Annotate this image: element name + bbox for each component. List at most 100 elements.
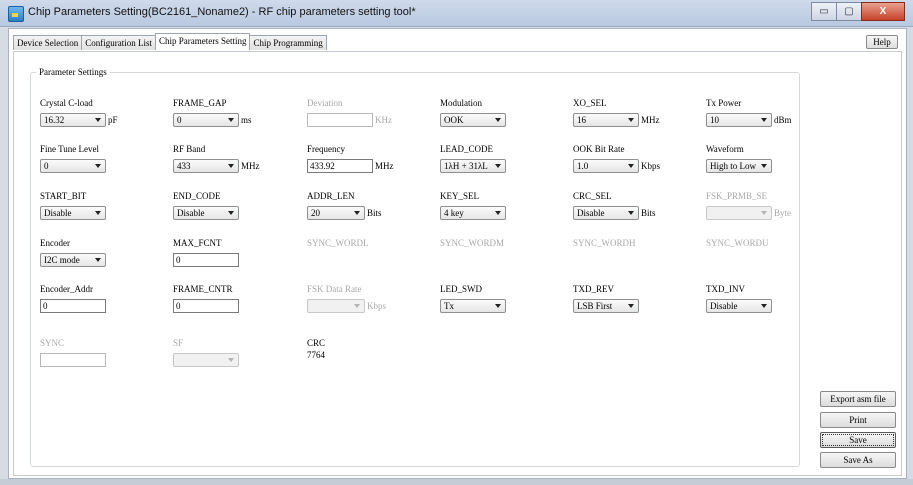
sf-label: SF	[173, 338, 184, 348]
lead-code-dropdown[interactable]: 1λH + 31λL	[440, 159, 506, 173]
rf-band-label: RF Band	[173, 144, 206, 154]
rf-band-dropdown[interactable]: 433	[173, 159, 239, 173]
sf-dropdown	[173, 353, 239, 367]
end-code-dropdown[interactable]: Disable	[173, 206, 239, 220]
txd-rev-control: LSB First	[573, 299, 639, 313]
crc-label: CRC	[307, 338, 326, 348]
ook-bit-rate-control: 1.0 Kbps	[573, 159, 660, 173]
chevron-down-icon	[628, 211, 634, 215]
chevron-down-icon	[95, 118, 101, 122]
txd-rev-dropdown[interactable]: LSB First	[573, 299, 639, 313]
sync-wordl-label: SYNC_WORDL	[307, 238, 369, 248]
xo-sel-unit: MHz	[641, 115, 660, 125]
frame-gap-label: FRAME_GAP	[173, 98, 227, 108]
export-asm-file-button[interactable]: Export asm file	[820, 391, 896, 407]
crc-control: 7764	[307, 350, 325, 360]
txd-inv-selected-value: Disable	[710, 301, 738, 311]
chevron-down-icon	[95, 164, 101, 168]
tx-power-dropdown[interactable]: 10	[706, 113, 772, 127]
frequency-control: 433.92 MHz	[307, 159, 394, 173]
print-button[interactable]: Print	[820, 412, 896, 428]
deviation-unit: KHz	[375, 115, 392, 125]
addr-len-dropdown[interactable]: 20	[307, 206, 365, 220]
led-swd-dropdown[interactable]: Tx	[440, 299, 506, 313]
max-fcnt-control: 0	[173, 253, 239, 267]
taskbar-strip	[0, 479, 913, 485]
txd-inv-label: TXD_INV	[706, 284, 745, 294]
waveform-dropdown[interactable]: High to Low	[706, 159, 772, 173]
fine-tune-level-control: 0	[40, 159, 106, 173]
chevron-down-icon	[228, 358, 234, 362]
tab-device-selection[interactable]: Device Selection	[13, 35, 83, 50]
help-button[interactable]: Help	[866, 35, 898, 49]
chip-parameters-panel: Parameter Settings Crystal C-load 16.32 pF…	[13, 51, 902, 476]
encoder-addr-label: Encoder_Addr	[40, 284, 93, 294]
xo-sel-dropdown[interactable]: 16	[573, 113, 639, 127]
end-code-selected-value: Disable	[177, 208, 205, 218]
encoder-dropdown[interactable]: I2C mode	[40, 253, 106, 267]
sync-wordh-label: SYNC_WORDH	[573, 238, 636, 248]
waveform-label: Waveform	[706, 144, 744, 154]
chevron-down-icon	[495, 118, 501, 122]
parameter-settings-title: Parameter Settings	[36, 67, 110, 77]
fine-tune-level-label: Fine Tune Level	[40, 144, 100, 154]
ook-bit-rate-label: OOK Bit Rate	[573, 144, 625, 154]
crystal-c-load-control: 16.32 pF	[40, 113, 118, 127]
sf-control	[173, 353, 239, 367]
frequency-unit: MHz	[375, 161, 394, 171]
tab-configuration-list[interactable]: Configuration List	[81, 35, 156, 50]
chevron-down-icon	[628, 304, 634, 308]
modulation-dropdown[interactable]: OOK	[440, 113, 506, 127]
crc-sel-dropdown[interactable]: Disable	[573, 206, 639, 220]
waveform-selected-value: High to Low	[710, 161, 756, 171]
tx-power-control: 10 dBm	[706, 113, 792, 127]
encoder-addr-input[interactable]: 0	[40, 299, 106, 313]
fsk-data-rate-dropdown	[307, 299, 365, 313]
fine-tune-level-selected-value: 0	[44, 161, 49, 171]
tab-chip-parameters-setting[interactable]: Chip Parameters Setting	[154, 33, 251, 50]
fsk-prmb-se-dropdown	[706, 206, 772, 220]
fsk-data-rate-control: Kbps	[307, 299, 386, 313]
crc-value: 7764	[307, 350, 325, 360]
close-button[interactable]: X	[861, 2, 905, 21]
key-sel-dropdown[interactable]: 4 key	[440, 206, 506, 220]
addr-len-selected-value: 20	[311, 208, 320, 218]
ook-bit-rate-unit: Kbps	[641, 161, 661, 171]
chevron-down-icon	[228, 118, 234, 122]
chevron-down-icon	[354, 304, 360, 308]
window-controls: ▭ ▢ X	[811, 2, 905, 21]
deviation-input	[307, 113, 373, 127]
sync-label: SYNC	[40, 338, 65, 348]
start-bit-dropdown[interactable]: Disable	[40, 206, 106, 220]
ook-bit-rate-dropdown[interactable]: 1.0	[573, 159, 639, 173]
txd-inv-dropdown[interactable]: Disable	[706, 299, 772, 313]
deviation-control: KHz	[307, 113, 392, 127]
app-chip-icon	[8, 6, 24, 22]
save-as-button[interactable]: Save As	[820, 452, 896, 468]
fine-tune-level-dropdown[interactable]: 0	[40, 159, 106, 173]
crystal-c-load-selected-value: 16.32	[44, 115, 65, 125]
waveform-control: High to Low	[706, 159, 772, 173]
crc-sel-control: Disable Bits	[573, 206, 656, 220]
crystal-c-load-dropdown[interactable]: 16.32	[40, 113, 106, 127]
minimize-button[interactable]: ▭	[811, 2, 837, 21]
frame-gap-control: 0 ms	[173, 113, 252, 127]
chevron-down-icon	[495, 164, 501, 168]
fsk-prmb-se-unit: Byte	[774, 208, 791, 218]
encoder-addr-control: 0	[40, 299, 106, 313]
chevron-down-icon	[495, 211, 501, 215]
deviation-label: Deviation	[307, 98, 343, 108]
rf-band-unit: MHz	[241, 161, 260, 171]
chevron-down-icon	[95, 258, 101, 262]
frame-gap-dropdown[interactable]: 0	[173, 113, 239, 127]
frequency-input[interactable]: 433.92	[307, 159, 373, 173]
crc-sel-selected-value: Disable	[577, 208, 605, 218]
frame-cntr-input[interactable]: 0	[173, 299, 239, 313]
tab-chip-programming[interactable]: Chip Programming	[249, 35, 327, 50]
tx-power-unit: dBm	[774, 115, 792, 125]
save-button[interactable]: Save	[820, 432, 896, 448]
max-fcnt-input[interactable]: 0	[173, 253, 239, 267]
rf-band-control: 433 MHz	[173, 159, 260, 173]
addr-len-label: ADDR_LEN	[307, 191, 355, 201]
maximize-button[interactable]: ▢	[836, 2, 862, 21]
